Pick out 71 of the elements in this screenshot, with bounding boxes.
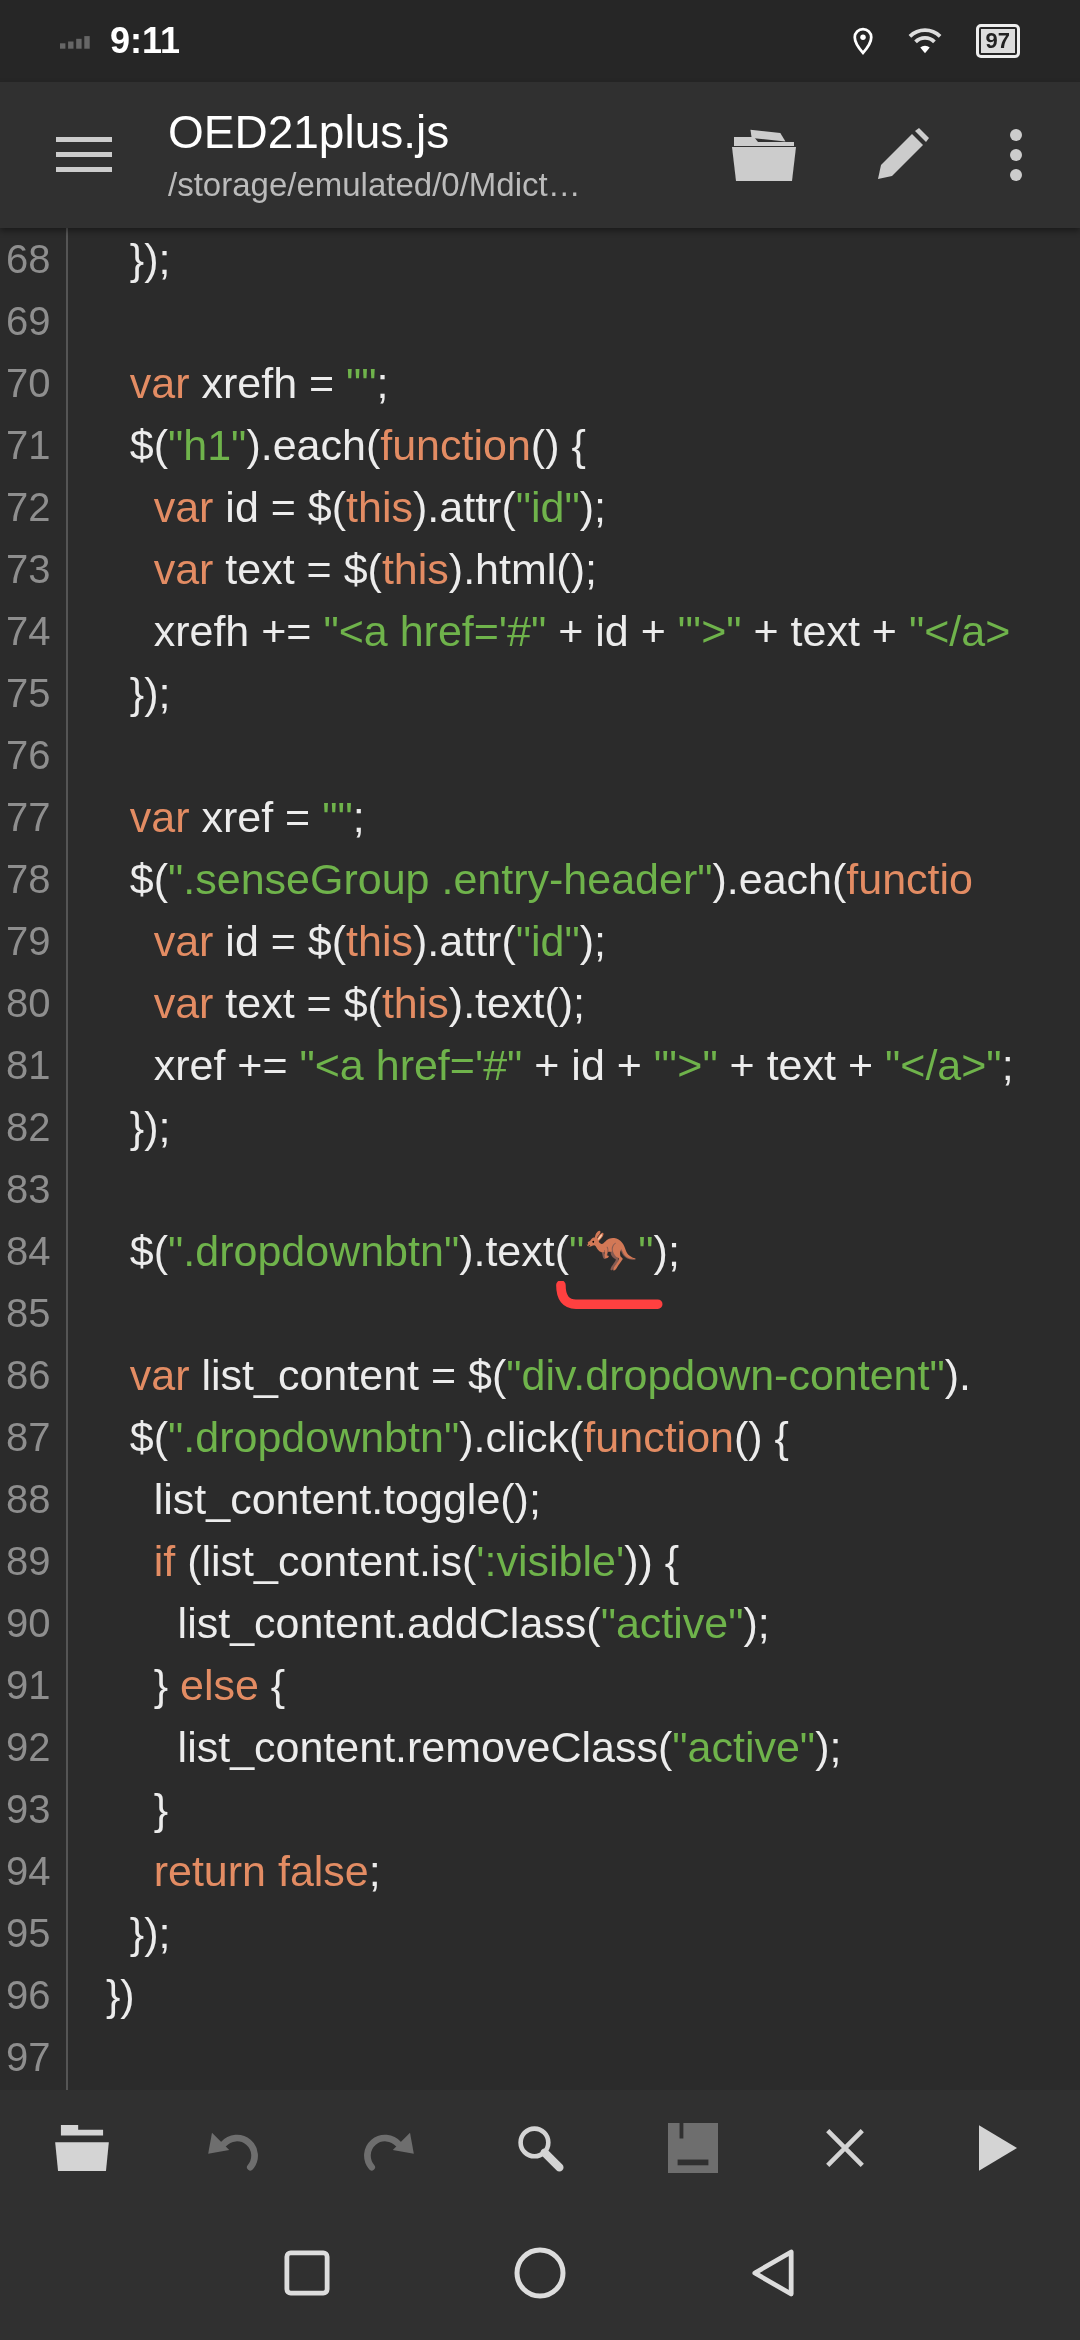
- close-icon[interactable]: [825, 2127, 866, 2168]
- line-number: 95: [5, 1910, 52, 1957]
- code-line: list_content.removeClass("active");: [176, 1723, 842, 1771]
- code-line: } else {: [152, 1661, 286, 1709]
- line-number: 92: [5, 1724, 52, 1771]
- line-number: 75: [5, 670, 52, 717]
- line-number: 80: [5, 980, 52, 1027]
- code-line: list_content.addClass("active");: [176, 1599, 770, 1647]
- code-line: xref += "<a href='#" + id + "'>" + text + "</a>";: [152, 1041, 1014, 1089]
- line-number: 68: [5, 236, 52, 283]
- line-number: 96: [5, 1972, 52, 2019]
- folder-icon[interactable]: [55, 2124, 110, 2171]
- line-number: 70: [5, 360, 52, 407]
- file-path: /storage/emulated/0/Mdict…: [168, 165, 582, 205]
- code-line: $(".dropdownbtn").click(function() {: [128, 1413, 789, 1461]
- code-line: list_content.toggle();: [152, 1475, 541, 1523]
- line-number: 85: [5, 1290, 52, 1337]
- play-icon[interactable]: [978, 2124, 1017, 2171]
- line-number: 78: [5, 856, 52, 903]
- line-number: 81: [5, 1042, 52, 1089]
- code-line: $("h1").each(function() {: [128, 421, 586, 469]
- wifi-icon: [907, 27, 942, 55]
- home-icon[interactable]: [514, 2246, 566, 2299]
- code-line: $(".senseGroup .entry-header").each(functio: [128, 855, 973, 903]
- line-number: 94: [5, 1848, 52, 1895]
- code-line: var text = $(this).html();: [152, 545, 597, 593]
- status-time: 9:11: [110, 20, 181, 62]
- code-line: }): [104, 1971, 135, 2019]
- line-number: 97: [5, 2034, 52, 2081]
- line-number: 76: [5, 732, 52, 779]
- line-number: 91: [5, 1662, 52, 1709]
- code-line: var text = $(this).text();: [152, 979, 585, 1027]
- code-line: });: [128, 669, 171, 717]
- code-line: xrefh += "<a href='#" + id + "'>" + text + "</a>: [152, 607, 1011, 655]
- code-line: var xref = "";: [128, 793, 365, 841]
- code-line: var xrefh = "";: [128, 359, 389, 407]
- line-number: 77: [5, 794, 52, 841]
- line-number: 84: [5, 1228, 52, 1275]
- line-number: 82: [5, 1104, 52, 1151]
- line-number: 90: [5, 1600, 52, 1647]
- line-number: 73: [5, 546, 52, 593]
- code-line: var id = $(this).attr("id");: [152, 483, 606, 531]
- code-line: });: [128, 1103, 171, 1151]
- line-number: 83: [5, 1166, 52, 1213]
- file-title: OED21plus.js: [168, 105, 451, 159]
- line-number: 88: [5, 1476, 52, 1523]
- more-icon[interactable]: [1008, 127, 1024, 183]
- location-icon: [851, 26, 874, 56]
- line-number: 79: [5, 918, 52, 965]
- code-line: var list_content = $("div.dropdown-content").: [128, 1351, 971, 1399]
- code-line: var id = $(this).attr("id");: [152, 917, 606, 965]
- code-line: });: [128, 1909, 171, 1957]
- code-line: return false;: [152, 1847, 381, 1895]
- line-number: 86: [5, 1352, 52, 1399]
- line-number: 74: [5, 608, 52, 655]
- search-icon[interactable]: [516, 2123, 564, 2172]
- code-line: $(".dropdownbtn").text("🦘");: [82, 1227, 680, 1275]
- menu-icon[interactable]: [56, 135, 112, 175]
- code-line: if (list_content.is(':visible')) {: [152, 1537, 680, 1585]
- line-number: 71: [5, 422, 52, 469]
- line-number: 87: [5, 1414, 52, 1461]
- line-number: 93: [5, 1786, 52, 1833]
- code-line: }: [152, 1785, 169, 1833]
- line-number: 69: [5, 298, 52, 345]
- back-icon[interactable]: [751, 2246, 796, 2299]
- line-number: 89: [5, 1538, 52, 1585]
- battery-indicator: 97: [975, 24, 1020, 58]
- recents-icon[interactable]: [283, 2249, 330, 2296]
- folder-icon[interactable]: [732, 127, 796, 183]
- line-number: 72: [5, 484, 52, 531]
- code-line: });: [128, 235, 171, 283]
